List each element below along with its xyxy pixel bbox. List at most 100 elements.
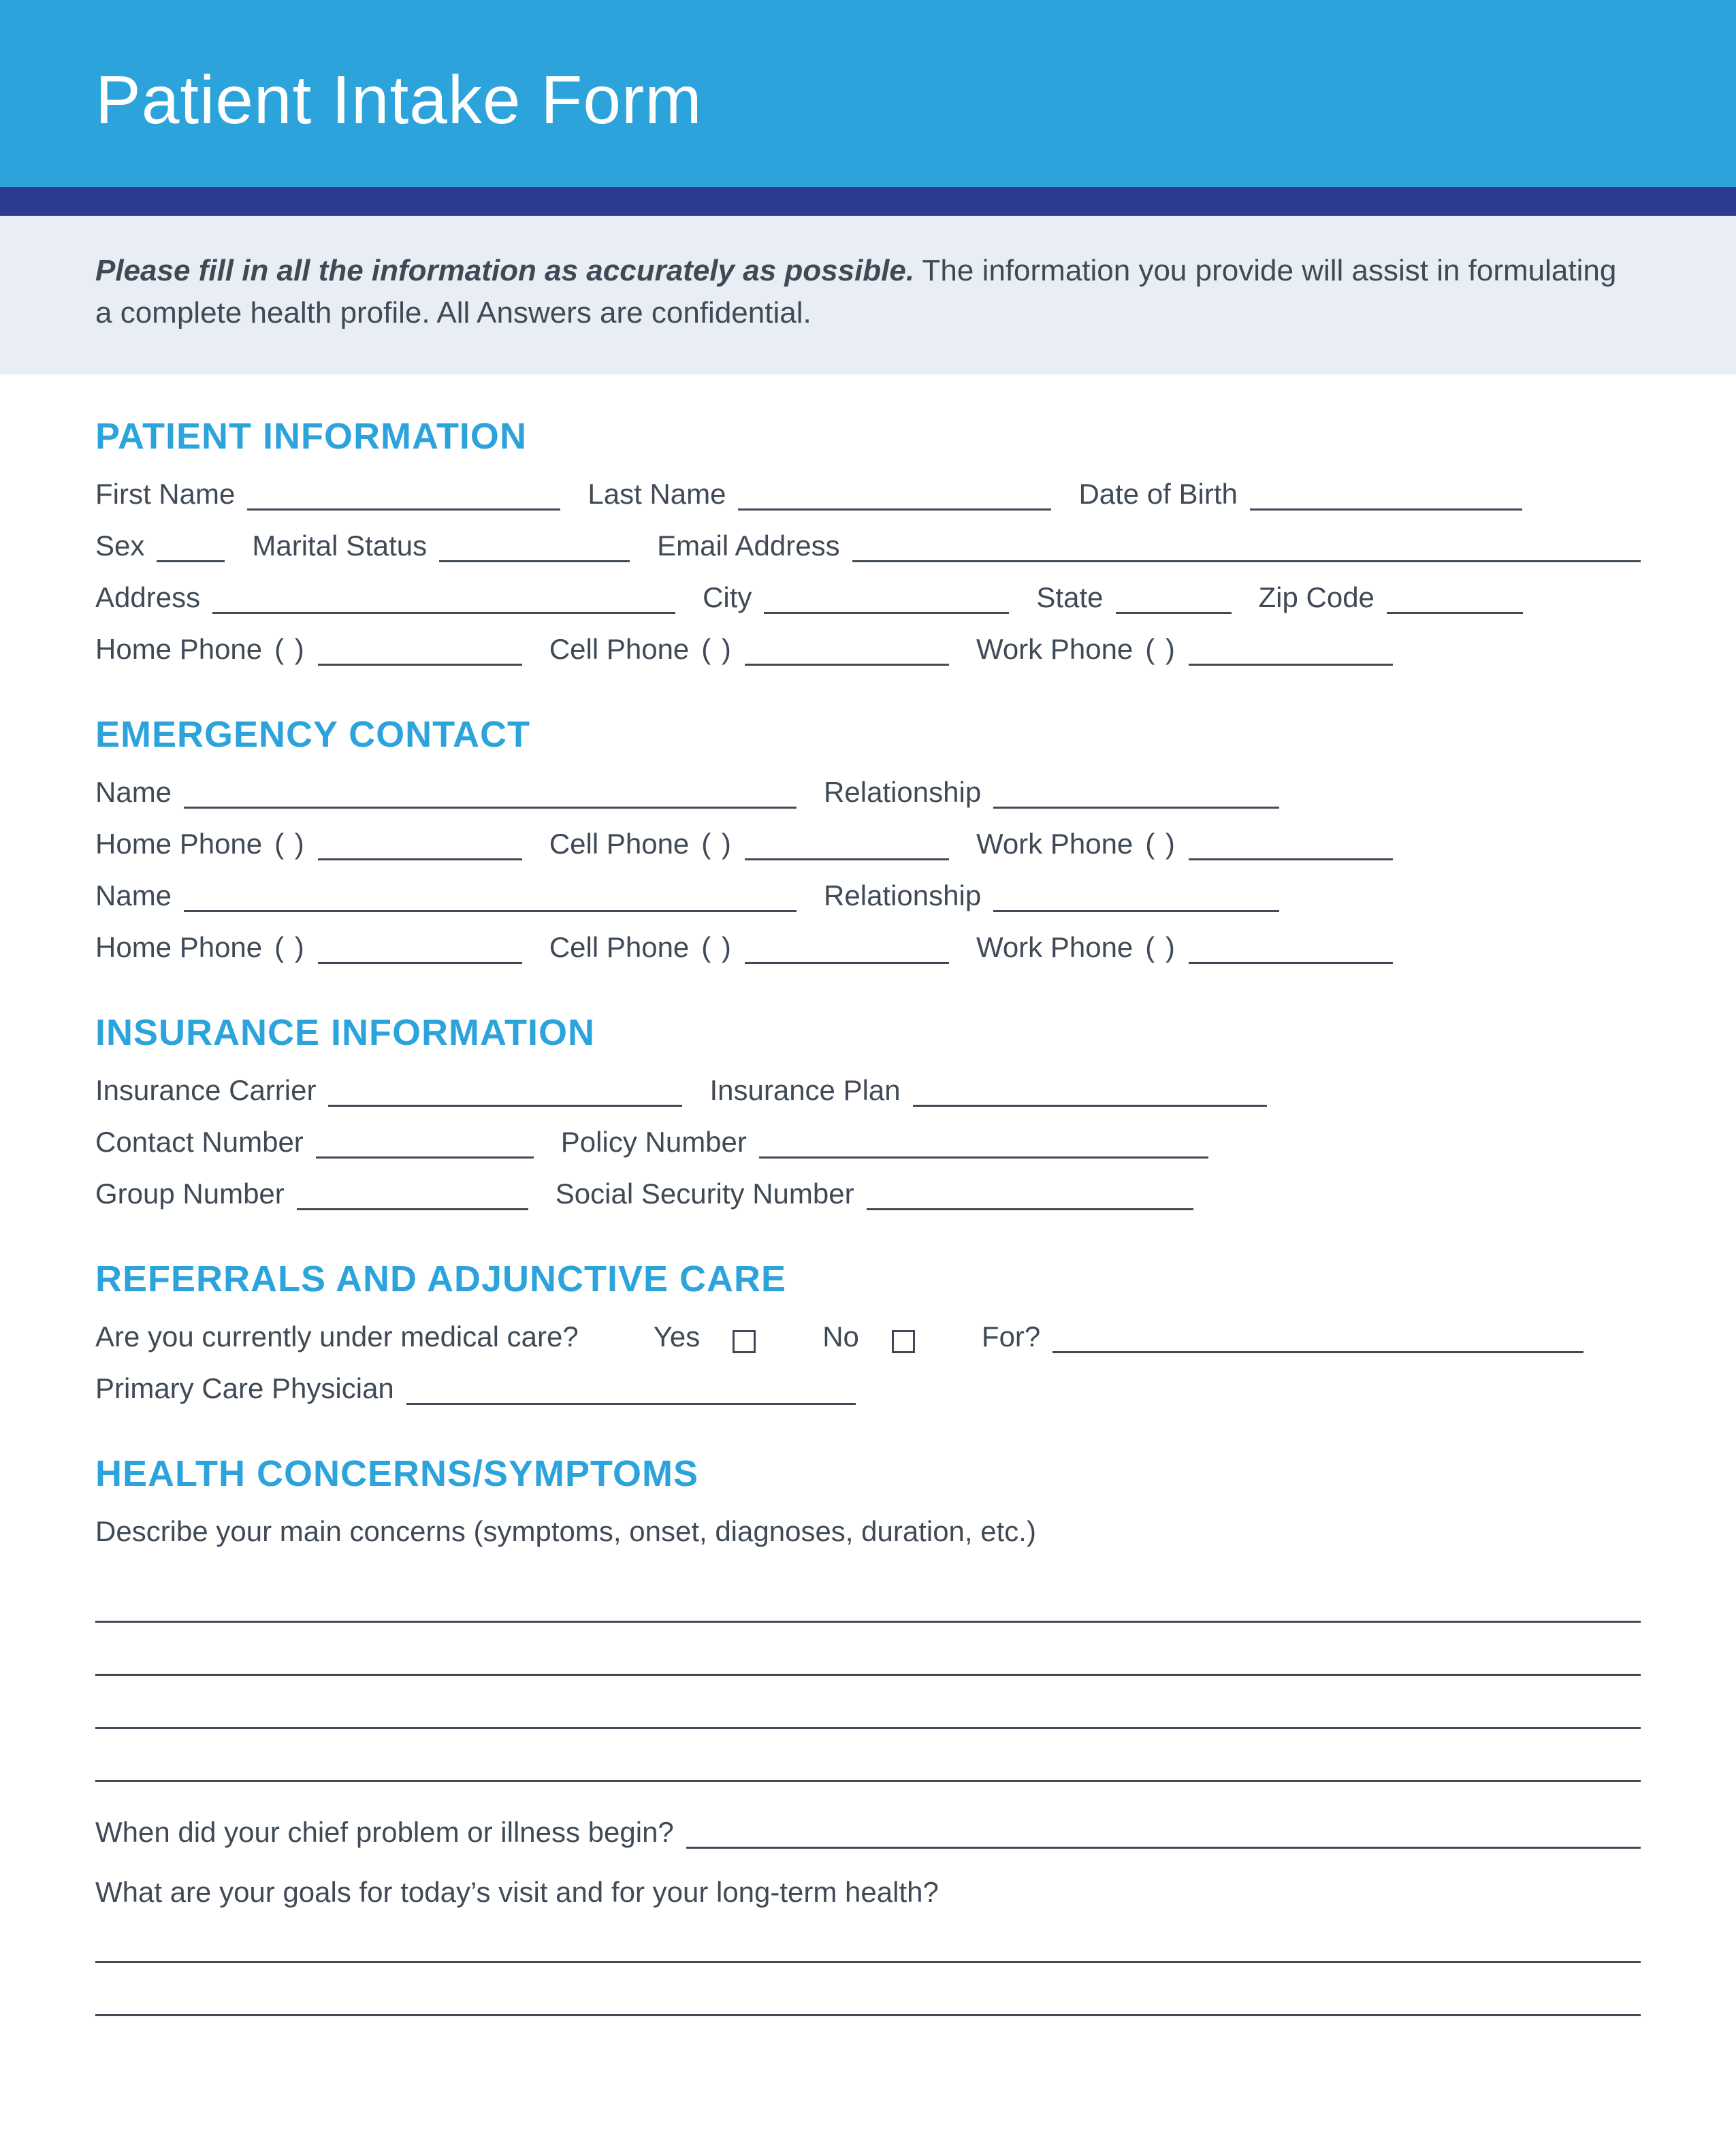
input-ec2-relationship[interactable] xyxy=(993,882,1279,912)
label-ec-work: Work Phone xyxy=(976,828,1133,860)
row-ins-group-ssn: Group Number Social Security Number xyxy=(95,1178,1641,1210)
label-describe: Describe your main concerns (symptoms, o… xyxy=(95,1515,1641,1548)
input-when[interactable] xyxy=(686,1819,1641,1849)
row-ins-carrier-plan: Insurance Carrier Insurance Plan xyxy=(95,1074,1641,1107)
label-ec-cell: Cell Phone xyxy=(549,931,689,964)
intro-bold: Please fill in all the information as ac… xyxy=(95,254,914,287)
label-ec-relationship: Relationship xyxy=(824,879,981,912)
row-ec2-phones: Home Phone( ) Cell Phone( ) Work Phone( … xyxy=(95,931,1641,964)
input-ec1-name[interactable] xyxy=(184,779,797,809)
input-home-phone[interactable] xyxy=(318,636,522,666)
input-ec1-cell[interactable] xyxy=(745,830,949,860)
checkbox-yes[interactable] xyxy=(733,1330,756,1353)
paren: ( ) xyxy=(274,931,306,964)
label-ec-name: Name xyxy=(95,879,172,912)
row-ins-contact-policy: Contact Number Policy Number xyxy=(95,1126,1641,1159)
input-state[interactable] xyxy=(1116,584,1232,614)
textarea-goals[interactable] xyxy=(95,1922,1641,2016)
input-ec2-home[interactable] xyxy=(318,934,522,964)
label-dob: Date of Birth xyxy=(1078,478,1237,511)
label-ec-name: Name xyxy=(95,776,172,809)
label-goals: What are your goals for today’s visit an… xyxy=(95,1876,1641,1909)
row-ec1-name: Name Relationship xyxy=(95,776,1641,809)
label-plan: Insurance Plan xyxy=(709,1074,900,1107)
label-first-name: First Name xyxy=(95,478,235,511)
label-address: Address xyxy=(95,581,200,614)
input-carrier[interactable] xyxy=(328,1077,682,1107)
row-ec2-name: Name Relationship xyxy=(95,879,1641,912)
form-content: PATIENT INFORMATION First Name Last Name… xyxy=(0,374,1736,2097)
section-title-patient: PATIENT INFORMATION xyxy=(95,415,1641,457)
label-state: State xyxy=(1036,581,1103,614)
input-first-name[interactable] xyxy=(247,481,560,511)
label-zip: Zip Code xyxy=(1259,581,1375,614)
input-work-phone[interactable] xyxy=(1189,636,1393,666)
label-ec-work: Work Phone xyxy=(976,931,1133,964)
input-plan[interactable] xyxy=(913,1077,1267,1107)
label-ec-home: Home Phone xyxy=(95,931,262,964)
header-band: Patient Intake Form xyxy=(0,0,1736,187)
input-sex[interactable] xyxy=(157,532,225,562)
input-ec1-work[interactable] xyxy=(1189,830,1393,860)
label-yes: Yes xyxy=(654,1321,701,1353)
input-address[interactable] xyxy=(212,584,675,614)
label-carrier: Insurance Carrier xyxy=(95,1074,316,1107)
row-address: Address City State Zip Code xyxy=(95,581,1641,614)
label-work-phone: Work Phone xyxy=(976,633,1133,666)
label-last-name: Last Name xyxy=(588,478,726,511)
row-medical-care: Are you currently under medical care? Ye… xyxy=(95,1321,1641,1353)
label-for: For? xyxy=(982,1321,1040,1353)
label-group: Group Number xyxy=(95,1178,285,1210)
section-title-referrals: REFERRALS AND ADJUNCTIVE CARE xyxy=(95,1258,1641,1300)
input-ssn[interactable] xyxy=(867,1180,1193,1210)
paren: ( ) xyxy=(1145,633,1176,666)
input-email[interactable] xyxy=(852,532,1641,562)
accent-band xyxy=(0,187,1736,216)
paren: ( ) xyxy=(701,828,733,860)
label-contact: Contact Number xyxy=(95,1126,304,1159)
page-title: Patient Intake Form xyxy=(95,61,1641,140)
input-ec2-name[interactable] xyxy=(184,882,797,912)
row-ec1-phones: Home Phone( ) Cell Phone( ) Work Phone( … xyxy=(95,828,1641,860)
input-group[interactable] xyxy=(297,1180,528,1210)
checkbox-no[interactable] xyxy=(892,1330,915,1353)
input-cell-phone[interactable] xyxy=(745,636,949,666)
label-city: City xyxy=(703,581,752,614)
input-for[interactable] xyxy=(1052,1323,1584,1353)
row-patient-phones: Home Phone( ) Cell Phone( ) Work Phone( … xyxy=(95,633,1641,666)
section-title-health: HEALTH CONCERNS/SYMPTOMS xyxy=(95,1453,1641,1495)
intro-text: Please fill in all the information as ac… xyxy=(0,216,1736,374)
label-ec-cell: Cell Phone xyxy=(549,828,689,860)
section-title-insurance: INSURANCE INFORMATION xyxy=(95,1011,1641,1054)
paren: ( ) xyxy=(1145,931,1176,964)
label-cell-phone: Cell Phone xyxy=(549,633,689,666)
paren: ( ) xyxy=(701,633,733,666)
input-last-name[interactable] xyxy=(738,481,1051,511)
input-ec1-relationship[interactable] xyxy=(993,779,1279,809)
label-when: When did your chief problem or illness b… xyxy=(95,1816,674,1849)
label-no: No xyxy=(822,1321,859,1353)
textarea-describe[interactable] xyxy=(95,1582,1641,1782)
label-ec-home: Home Phone xyxy=(95,828,262,860)
paren: ( ) xyxy=(274,633,306,666)
label-sex: Sex xyxy=(95,530,144,562)
input-ec2-work[interactable] xyxy=(1189,934,1393,964)
row-when: When did your chief problem or illness b… xyxy=(95,1816,1641,1849)
input-ec2-cell[interactable] xyxy=(745,934,949,964)
input-pcp[interactable] xyxy=(406,1375,856,1405)
input-zip[interactable] xyxy=(1387,584,1523,614)
row-sex-marital-email: Sex Marital Status Email Address xyxy=(95,530,1641,562)
label-ssn: Social Security Number xyxy=(556,1178,854,1210)
row-name-dob: First Name Last Name Date of Birth xyxy=(95,478,1641,511)
section-title-emergency: EMERGENCY CONTACT xyxy=(95,713,1641,756)
input-ec1-home[interactable] xyxy=(318,830,522,860)
input-contact[interactable] xyxy=(316,1129,534,1159)
label-pcp: Primary Care Physician xyxy=(95,1372,394,1405)
label-email: Email Address xyxy=(657,530,839,562)
input-marital[interactable] xyxy=(439,532,630,562)
input-city[interactable] xyxy=(764,584,1009,614)
row-pcp: Primary Care Physician xyxy=(95,1372,1641,1405)
input-dob[interactable] xyxy=(1250,481,1522,511)
label-policy: Policy Number xyxy=(561,1126,747,1159)
input-policy[interactable] xyxy=(759,1129,1208,1159)
